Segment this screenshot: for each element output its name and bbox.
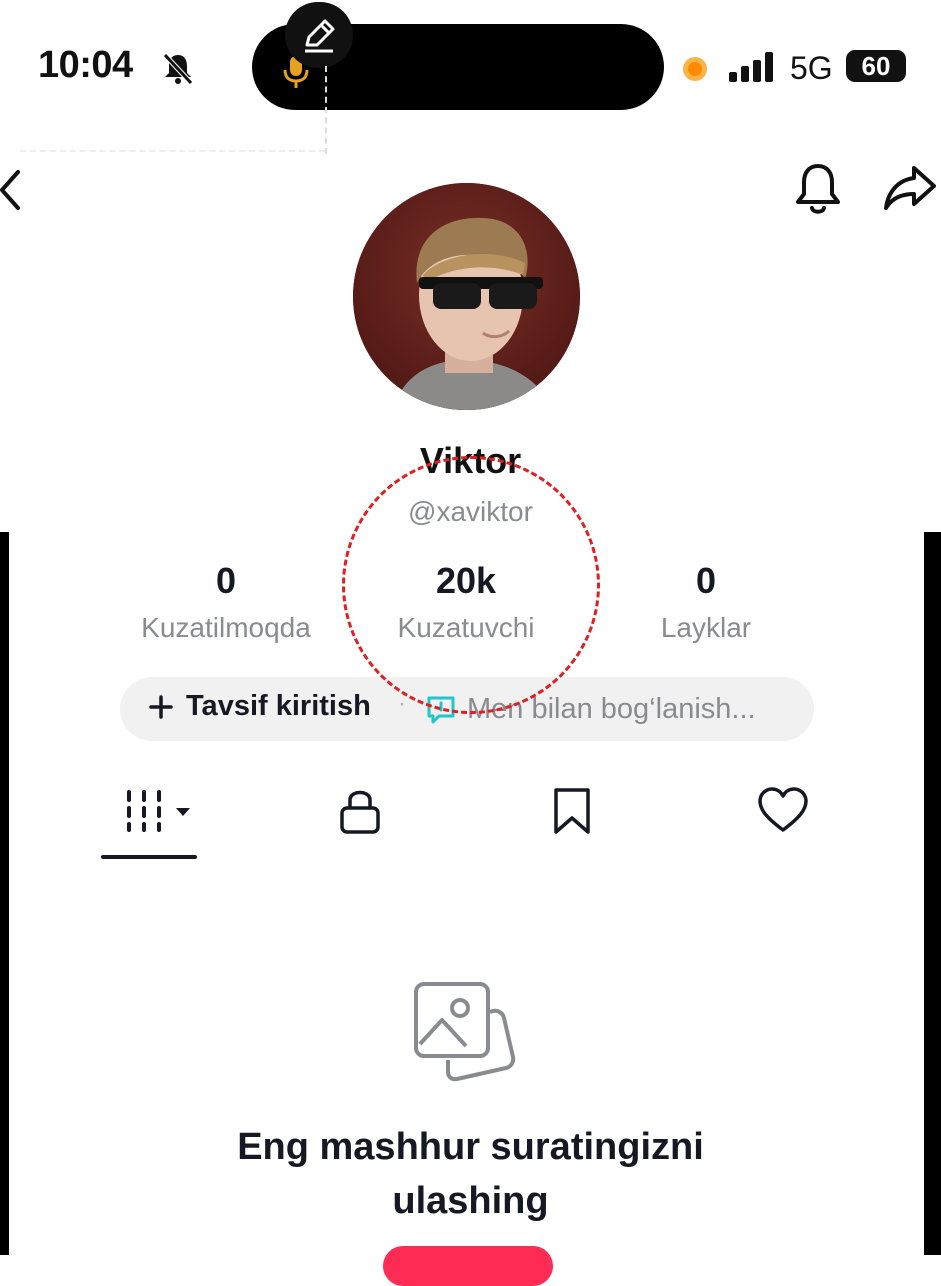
stat-following[interactable]: 0 Kuzatilmoqda bbox=[96, 560, 356, 644]
heart-icon bbox=[758, 787, 808, 832]
bookmark-icon bbox=[554, 788, 590, 834]
tab-saved[interactable] bbox=[551, 786, 593, 841]
status-time: 10:04 bbox=[38, 44, 133, 86]
tab-liked[interactable] bbox=[757, 786, 809, 841]
pencil-icon[interactable] bbox=[285, 2, 353, 68]
stat-likes[interactable]: 0 Layklar bbox=[576, 560, 836, 644]
add-bio-button[interactable]: Tavsif kiritish bbox=[148, 690, 371, 723]
tab-active-indicator bbox=[101, 855, 197, 859]
recording-dot-icon bbox=[683, 57, 707, 81]
grid-icon bbox=[127, 790, 190, 832]
drawing-guide-line bbox=[325, 66, 327, 154]
avatar[interactable] bbox=[353, 183, 580, 410]
stat-label: Layklar bbox=[660, 612, 752, 643]
tab-private[interactable] bbox=[338, 786, 382, 841]
tab-videos[interactable] bbox=[124, 786, 196, 841]
battery-indicator: 60 bbox=[846, 50, 906, 82]
empty-title-line2: ulashing bbox=[392, 1180, 549, 1222]
back-icon[interactable] bbox=[0, 168, 24, 217]
empty-state-title: Eng mashhur suratingizni ulashing bbox=[0, 1120, 941, 1228]
signal-icon bbox=[727, 52, 777, 87]
share-icon[interactable] bbox=[882, 162, 938, 219]
stat-value: 0 bbox=[215, 560, 237, 601]
stat-label: Kuzatilmoqda bbox=[141, 612, 311, 643]
bell-slash-icon bbox=[160, 50, 196, 91]
plus-icon bbox=[149, 694, 173, 719]
lock-icon bbox=[340, 790, 380, 834]
photos-icon bbox=[414, 982, 518, 1087]
bell-icon[interactable] bbox=[793, 160, 843, 223]
network-label: 5G bbox=[790, 50, 833, 86]
annotation-circle bbox=[342, 456, 600, 714]
empty-title-line1: Eng mashhur suratingizni bbox=[237, 1126, 704, 1168]
stat-value: 0 bbox=[695, 560, 717, 601]
share-photo-button[interactable] bbox=[383, 1246, 553, 1286]
add-bio-label: Tavsif kiritish bbox=[186, 690, 371, 722]
drawing-guide-line bbox=[20, 150, 325, 152]
